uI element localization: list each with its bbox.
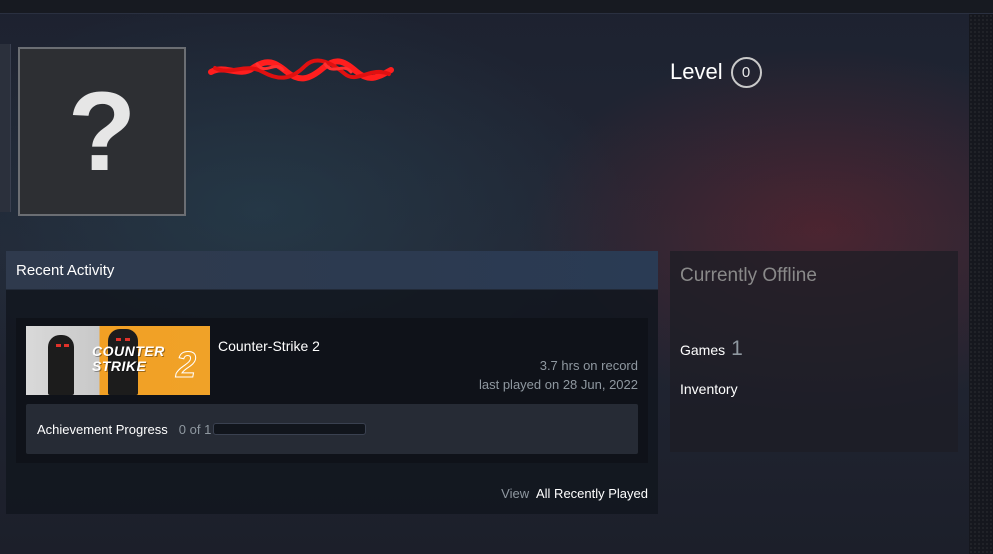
achievement-progress-box[interactable]: Achievement Progress 0 of 1 (26, 404, 638, 454)
avatar-frame[interactable]: ? (18, 47, 186, 216)
top-bar (0, 0, 993, 14)
game-card: COUNTER STRIKE 2 Counter-Strike 2 3.7 hr… (16, 318, 648, 463)
recent-activity-panel: Recent Activity COUNTER STRIKE 2 Counter… (6, 251, 658, 514)
status-panel: Currently Offline Games 1 Inventory (670, 251, 958, 452)
games-count-row[interactable]: Games 1 (680, 337, 743, 361)
game-capsule-image[interactable]: COUNTER STRIKE 2 (26, 326, 210, 395)
capsule-eye (56, 344, 61, 347)
capsule-number: 2 (175, 344, 197, 386)
inventory-link[interactable]: Inventory (680, 381, 738, 397)
capsule-eye (116, 338, 121, 341)
level-badge[interactable]: 0 (730, 56, 762, 88)
hours-on-record: 3.7 hrs on record (539, 358, 638, 373)
achievement-progress-bar (213, 423, 367, 435)
left-edge-panel (0, 44, 11, 212)
games-label: Games (680, 342, 726, 358)
capsule-eye (64, 344, 69, 347)
capsule-eye (125, 338, 130, 341)
level-label: Level (670, 59, 723, 84)
online-status: Currently Offline (680, 265, 817, 286)
last-played-date: last played on 28 Jun, 2022 (478, 377, 638, 392)
all-recently-played-link[interactable]: All Recently Played (536, 486, 648, 501)
achievement-progress-label: Achievement Progress (37, 421, 168, 437)
redacted-username-scribble (208, 58, 394, 82)
games-count: 1 (731, 337, 743, 360)
level-display: Level 0 (670, 56, 762, 88)
view-label: View (501, 486, 530, 501)
recent-activity-header: Recent Activity (6, 251, 658, 290)
capsule-figure-left (48, 335, 74, 395)
game-name-link[interactable]: Counter-Strike 2 (218, 338, 320, 354)
right-edge-strip (969, 14, 993, 554)
view-all-row: View All Recently Played (501, 486, 648, 501)
achievement-count: 0 of 1 (178, 421, 212, 437)
question-mark-avatar-icon: ? (20, 49, 184, 214)
